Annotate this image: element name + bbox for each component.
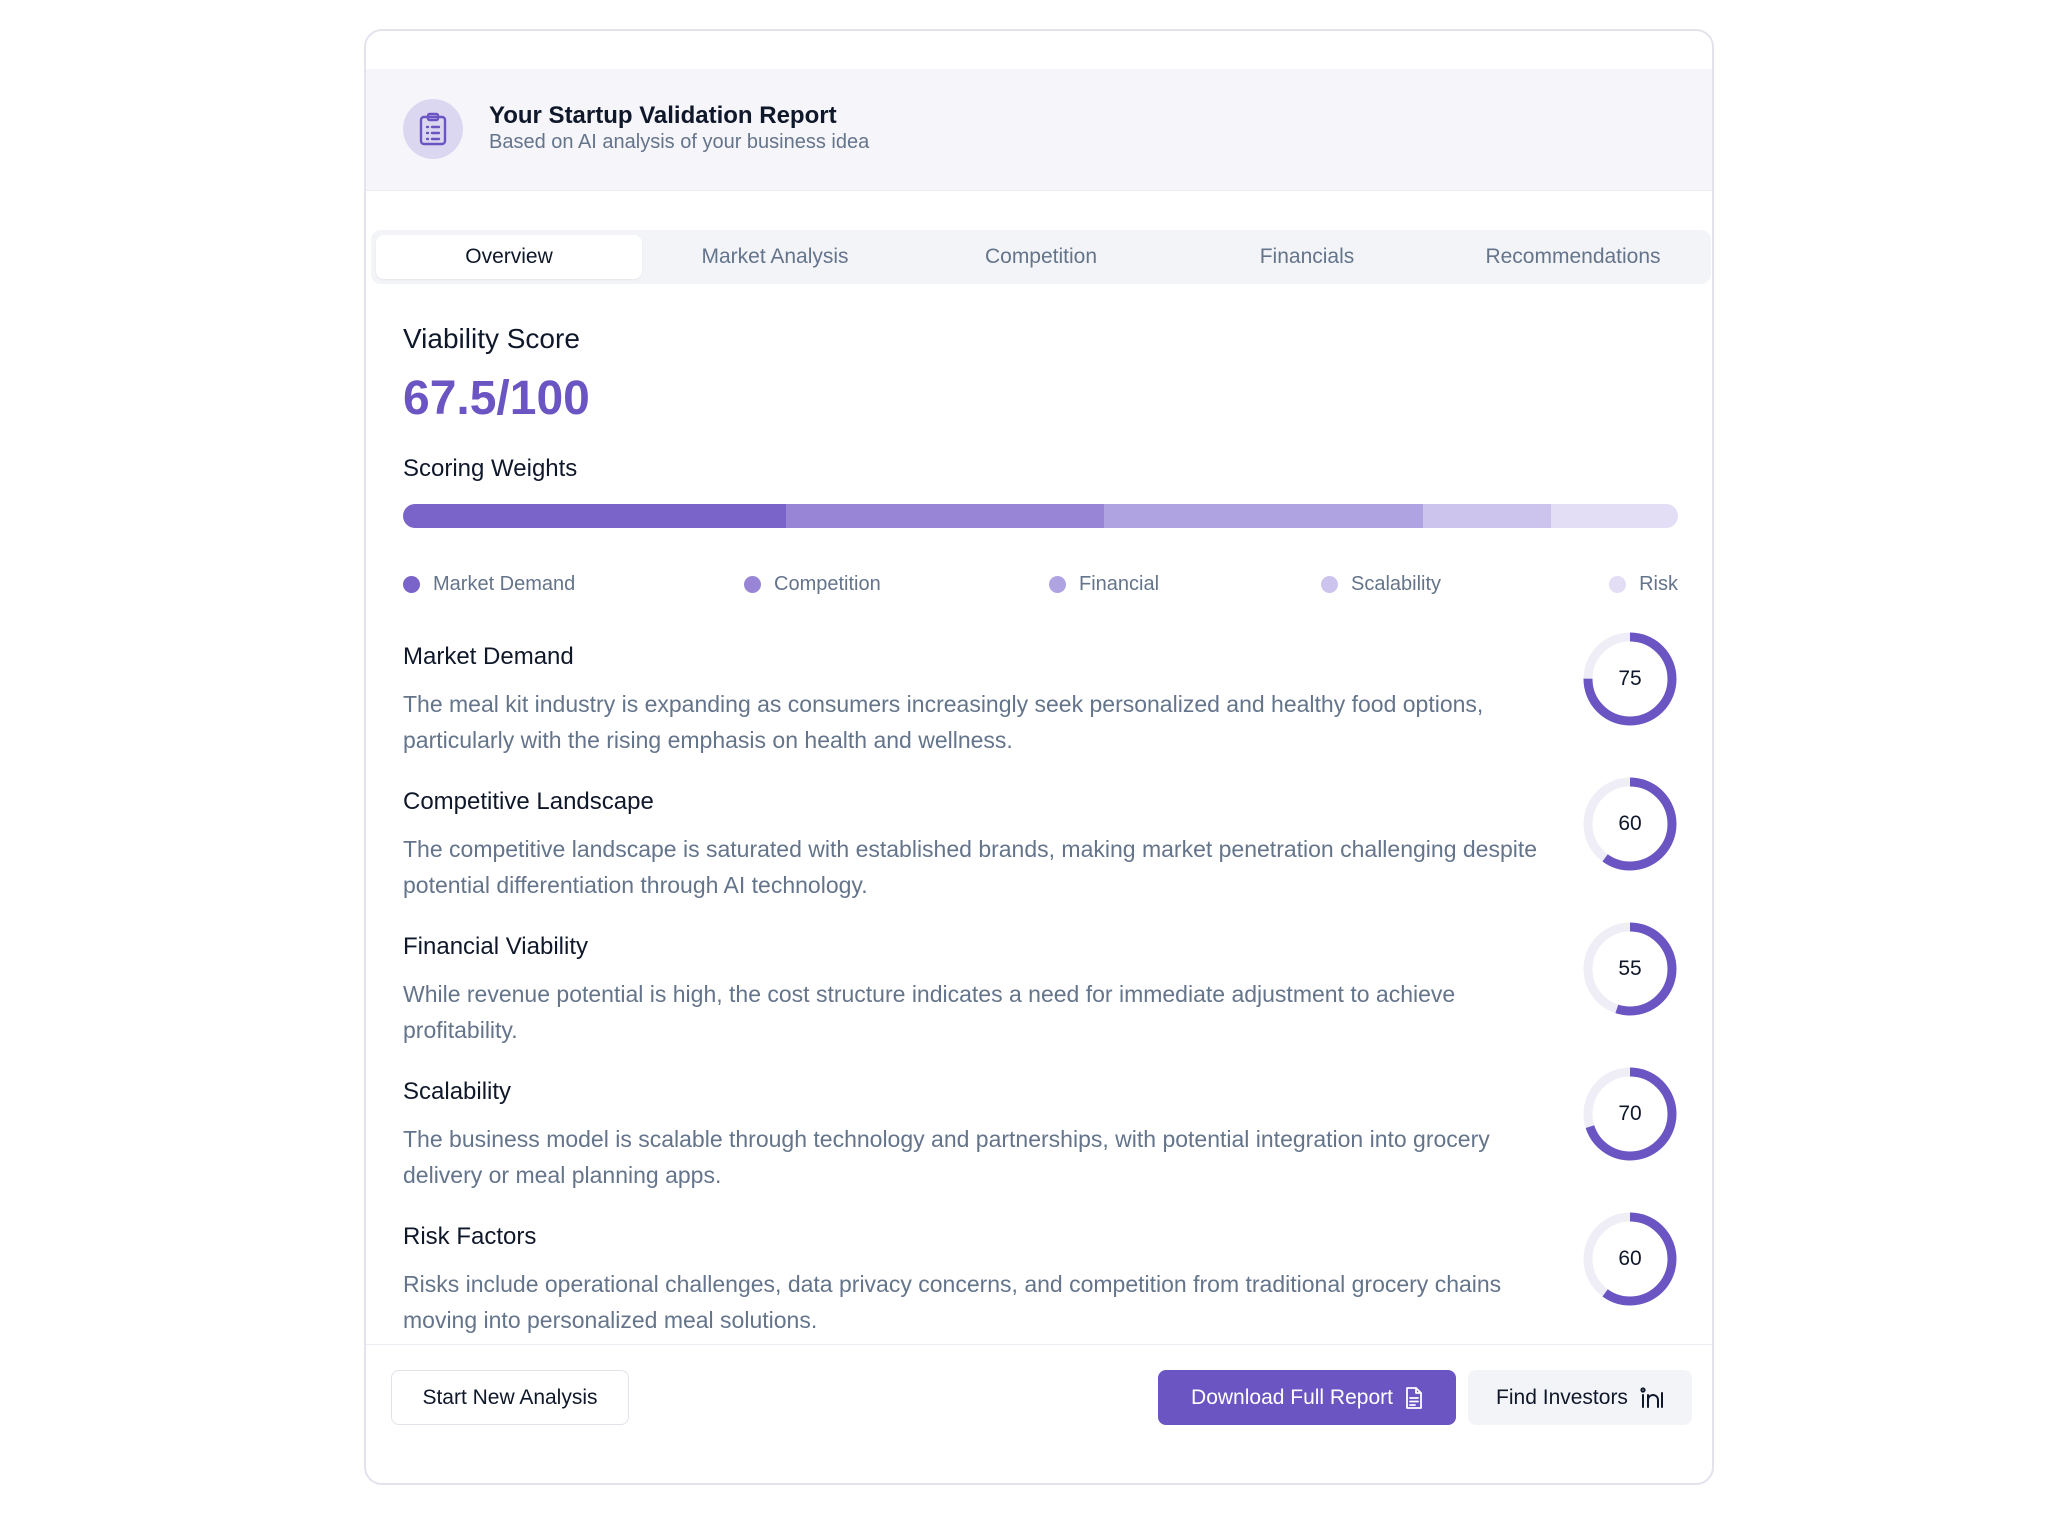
legend-label: Market Demand [433, 573, 576, 595]
criterion-title: Risk Factors [403, 1223, 537, 1250]
viability-score-value: 67.5/100 [403, 372, 590, 425]
score-donut: 55 [1582, 921, 1678, 1017]
legend-dot [744, 576, 761, 593]
weight-segment-financial [1104, 504, 1423, 528]
scoring-weights-bar [403, 504, 1678, 528]
legend-label: Scalability [1351, 573, 1442, 595]
score-value: 55 [1618, 957, 1642, 980]
clipboard-icon [403, 99, 463, 159]
score-value: 60 [1618, 812, 1642, 835]
legend-dot [1609, 576, 1627, 593]
criterion-title: Competitive Landscape [403, 788, 654, 815]
weight-segment-risk [1550, 504, 1678, 528]
criterion-scalability: Scalability The business model is scalab… [403, 1067, 1678, 1208]
score-donut: 60 [1582, 1211, 1678, 1307]
scoring-weights-heading: Scoring Weights [403, 455, 578, 482]
document-icon [1405, 1386, 1423, 1409]
tab-market-analysis[interactable]: Market Analysis [642, 235, 908, 279]
linkedin-icon [1640, 1386, 1664, 1409]
criterion-market-demand: Market Demand The meal kit industry is e… [403, 632, 1678, 773]
criterion-title: Scalability [403, 1078, 512, 1105]
legend-label: Financial [1079, 573, 1160, 595]
viability-score-heading: Viability Score [403, 323, 580, 354]
report-header: Your Startup Validation Report Based on … [366, 69, 1712, 191]
report-title: Your Startup Validation Report [489, 102, 837, 129]
weight-segment-competition [785, 504, 1105, 528]
legend-item-market-demand: Market Demand [403, 573, 575, 596]
score-donut: 75 [1582, 631, 1678, 727]
criterion-financial-viability: Financial Viability While revenue potent… [403, 922, 1678, 1063]
score-value: 60 [1618, 1247, 1642, 1270]
legend-dot [403, 576, 420, 593]
legend-label: Risk [1639, 573, 1678, 595]
start-new-analysis-button[interactable]: Start New Analysis [391, 1370, 629, 1425]
criterion-risk-factors: Risk Factors Risks include operational c… [403, 1212, 1678, 1353]
criterion-description: The competitive landscape is saturated w… [403, 836, 1538, 898]
criterion-title: Market Demand [403, 643, 574, 670]
criterion-description: Risks include operational challenges, da… [403, 1271, 1502, 1333]
tab-overview[interactable]: Overview [376, 235, 642, 279]
download-full-report-button[interactable]: Download Full Report [1158, 1370, 1456, 1425]
score-donut: 60 [1582, 776, 1678, 872]
criterion-description: The business model is scalable through t… [403, 1126, 1490, 1188]
find-investors-label: Find Investors [1496, 1385, 1628, 1409]
legend-dot [1049, 576, 1066, 593]
legend-item-scalability: Scalability [1321, 573, 1441, 596]
report-card: Your Startup Validation Report Based on … [364, 29, 1714, 1485]
score-value: 70 [1618, 1102, 1642, 1125]
report-subtitle: Based on AI analysis of your business id… [489, 131, 870, 153]
report-footer: Start New Analysis Download Full Report … [366, 1344, 1712, 1483]
start-new-analysis-label: Start New Analysis [422, 1385, 598, 1409]
legend-item-risk: Risk [1609, 573, 1678, 596]
weight-segment-scalability [1423, 504, 1551, 528]
criterion-description: The meal kit industry is expanding as co… [403, 691, 1484, 753]
score-donut: 70 [1582, 1066, 1678, 1162]
download-full-report-label: Download Full Report [1191, 1385, 1393, 1409]
legend-item-financial: Financial [1049, 573, 1159, 596]
criterion-competitive-landscape: Competitive Landscape The competitive la… [403, 777, 1678, 918]
legend-item-competition: Competition [744, 573, 881, 596]
legend-dot [1321, 576, 1338, 593]
score-value: 75 [1618, 667, 1642, 690]
legend-label: Competition [774, 573, 881, 595]
tab-recommendations[interactable]: Recommendations [1440, 235, 1706, 279]
criterion-title: Financial Viability [403, 933, 588, 960]
weights-legend: Market Demand Competition Financial Scal… [403, 573, 1678, 603]
tab-financials[interactable]: Financials [1174, 235, 1440, 279]
tab-bar: Overview Market Analysis Competition Fin… [371, 230, 1711, 284]
criterion-description: While revenue potential is high, the cos… [403, 981, 1456, 1043]
weight-segment-market-demand [403, 504, 786, 528]
tab-competition[interactable]: Competition [908, 235, 1174, 279]
find-investors-button[interactable]: Find Investors [1468, 1370, 1692, 1425]
